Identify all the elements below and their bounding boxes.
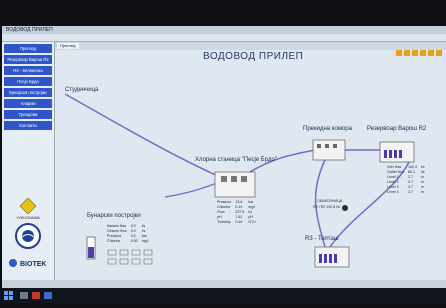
chlorine-station-table: Pressure 13.6 bar Chlorine 0.14 mg/l Flow 237… bbox=[215, 200, 258, 225]
scada-screen: ВОДОВОД ПРИЛЕП Преглед Резервоар Варош R… bbox=[2, 26, 446, 280]
chlorine-station-building bbox=[214, 171, 256, 198]
svg-text:YOKOGAWA: YOKOGAWA bbox=[16, 215, 40, 220]
obikolnica-value: R3 +R2 100.8 l/s bbox=[313, 205, 340, 209]
taskbar-app-icon bbox=[20, 292, 28, 299]
emblem-logo bbox=[14, 222, 42, 255]
alarm-summary-bar[interactable] bbox=[2, 280, 446, 288]
sidebar-item-reservoir-r2[interactable]: Резервоар Варош R2 bbox=[4, 55, 52, 64]
obikolnica-valve-icon bbox=[342, 205, 348, 211]
taskbar-app-icon bbox=[32, 292, 40, 299]
reservoir-r2-building bbox=[379, 141, 415, 163]
sidebar-item-pesje-brdo[interactable]: Песје Брдо bbox=[4, 77, 52, 86]
label-studenchica: Студенчица bbox=[65, 87, 99, 93]
window-title: ВОДОВОД ПРИЛЕП bbox=[6, 27, 53, 33]
windows-taskbar bbox=[0, 288, 446, 303]
label-chlorine-station: Хлорна станица "Песје Брдо" bbox=[195, 157, 277, 163]
windows-start-icon bbox=[4, 291, 13, 300]
label-reservoir-r2: Резервоар Варош R2 bbox=[367, 126, 427, 132]
table-row: Chlorine 0.00 mg/l bbox=[107, 239, 149, 243]
window-titlebar: ВОДОВОД ПРИЛЕП bbox=[2, 26, 446, 34]
label-obikolnica: ОБИКОЛНИЦА bbox=[317, 199, 343, 203]
yokogawa-logo: YOKOGAWA bbox=[14, 197, 42, 225]
well-pumps-grid bbox=[107, 249, 153, 265]
main-panel: Преглед ВОДОВОД ПРИЛЕП Студенчица Хлорна… bbox=[55, 42, 446, 280]
wells-table: Каналк.flow 0.0 l/s Отвоно flow 0.0 l/s Pres… bbox=[105, 224, 150, 244]
sidebar-item-r3[interactable]: R3 - Ѕелѕенска bbox=[4, 66, 52, 75]
prekidna-building bbox=[312, 139, 346, 161]
sidebar-item-overview[interactable]: Преглед bbox=[4, 44, 52, 53]
svg-text:BIOTEK: BIOTEK bbox=[20, 261, 46, 268]
taskbar-app-icon bbox=[44, 292, 52, 299]
pipe-to-r3 bbox=[314, 159, 326, 248]
pipe-wells bbox=[164, 181, 221, 198]
label-wells: Бунарски постројки bbox=[87, 213, 141, 219]
table-row: Level 4 3.7 m bbox=[387, 190, 424, 194]
menu-bar[interactable] bbox=[2, 34, 446, 42]
sidebar-item-contacts[interactable]: Контакти bbox=[4, 121, 52, 130]
reservoir-r2-table: Inlet flow 102.4 l/s Outlet flow 80.1 l/s Le… bbox=[385, 165, 427, 195]
label-r3: R3 - Топташ bbox=[305, 236, 339, 242]
pipe-studenchica bbox=[64, 93, 221, 178]
sidebar-item-alarms[interactable]: Аларми bbox=[4, 99, 52, 108]
sidebar: Преглед Резервоар Варош R2 R3 - Ѕелѕенск… bbox=[2, 42, 55, 280]
label-prekidna: Прекидна комора bbox=[303, 126, 352, 132]
sidebar-item-trends[interactable]: Трендови bbox=[4, 110, 52, 119]
biotek-logo: BIOTEK bbox=[6, 256, 52, 275]
sidebar-item-wells[interactable]: Бунарски постројки bbox=[4, 88, 52, 97]
table-row: Turbidity 0.60 NTU bbox=[217, 220, 256, 224]
reservoir-r3-building bbox=[314, 246, 350, 268]
well-tank-icon bbox=[86, 236, 96, 260]
